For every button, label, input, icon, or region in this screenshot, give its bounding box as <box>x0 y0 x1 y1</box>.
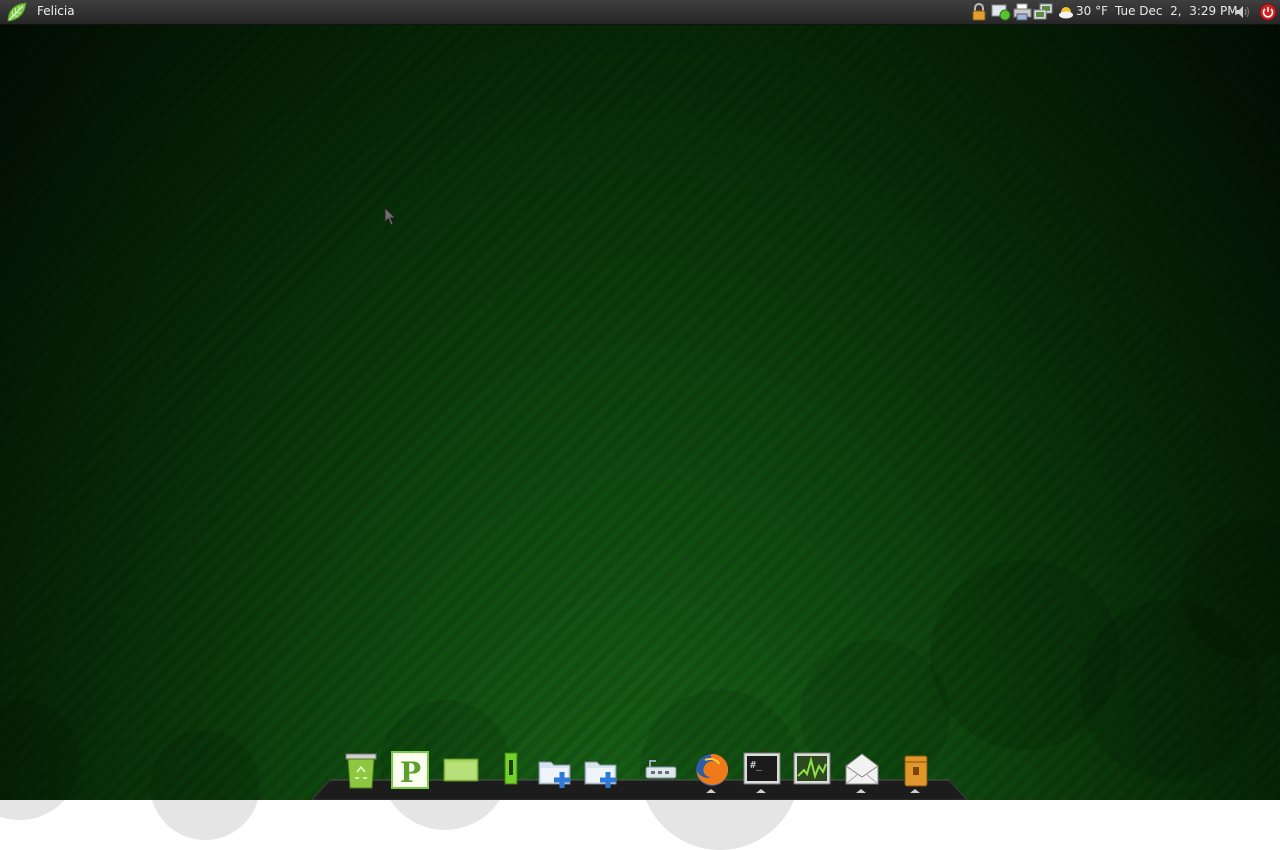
usb-drive-icon[interactable] <box>491 750 531 794</box>
running-indicator <box>856 789 866 793</box>
lock-icon[interactable] <box>970 3 988 21</box>
top-panel: Felicia 30 °F Tue Dec 2, 3:29 PM <box>0 0 1280 25</box>
menu-label[interactable]: Felicia <box>37 4 75 18</box>
svg-text:#_: #_ <box>750 760 763 771</box>
mouse-cursor-icon <box>384 207 396 226</box>
svg-text:P: P <box>400 756 421 789</box>
publisher-icon[interactable]: P <box>390 750 430 794</box>
update-notifier-icon[interactable] <box>991 3 1011 21</box>
folder-icon[interactable] <box>441 750 481 794</box>
desktop-background[interactable] <box>0 0 1280 850</box>
leaf-logo-icon <box>7 2 27 22</box>
mail-icon[interactable] <box>842 750 882 794</box>
new-folder-icon[interactable] <box>536 750 576 794</box>
terminal-icon[interactable]: #_ <box>742 750 782 794</box>
running-indicator <box>706 789 716 793</box>
system-monitor-icon[interactable] <box>792 750 832 794</box>
running-indicator <box>756 789 766 793</box>
firefox-icon[interactable] <box>692 750 732 794</box>
router-icon[interactable] <box>642 750 682 794</box>
new-folder-icon[interactable] <box>582 750 622 794</box>
weather-temperature[interactable]: 30 °F <box>1076 4 1108 18</box>
power-icon[interactable] <box>1258 3 1278 21</box>
background-bubble <box>150 730 260 840</box>
main-menu-button[interactable] <box>4 1 30 23</box>
trash-icon[interactable] <box>341 750 381 794</box>
running-indicator <box>910 789 920 793</box>
network-icon[interactable] <box>1033 3 1053 21</box>
background-bubble <box>0 700 80 820</box>
clock[interactable]: Tue Dec 2, 3:29 PM <box>1115 4 1238 18</box>
volume-icon[interactable] <box>1234 3 1252 21</box>
weather-icon[interactable] <box>1058 3 1074 21</box>
printer-icon[interactable] <box>1013 3 1033 21</box>
archive-icon[interactable] <box>896 750 936 794</box>
